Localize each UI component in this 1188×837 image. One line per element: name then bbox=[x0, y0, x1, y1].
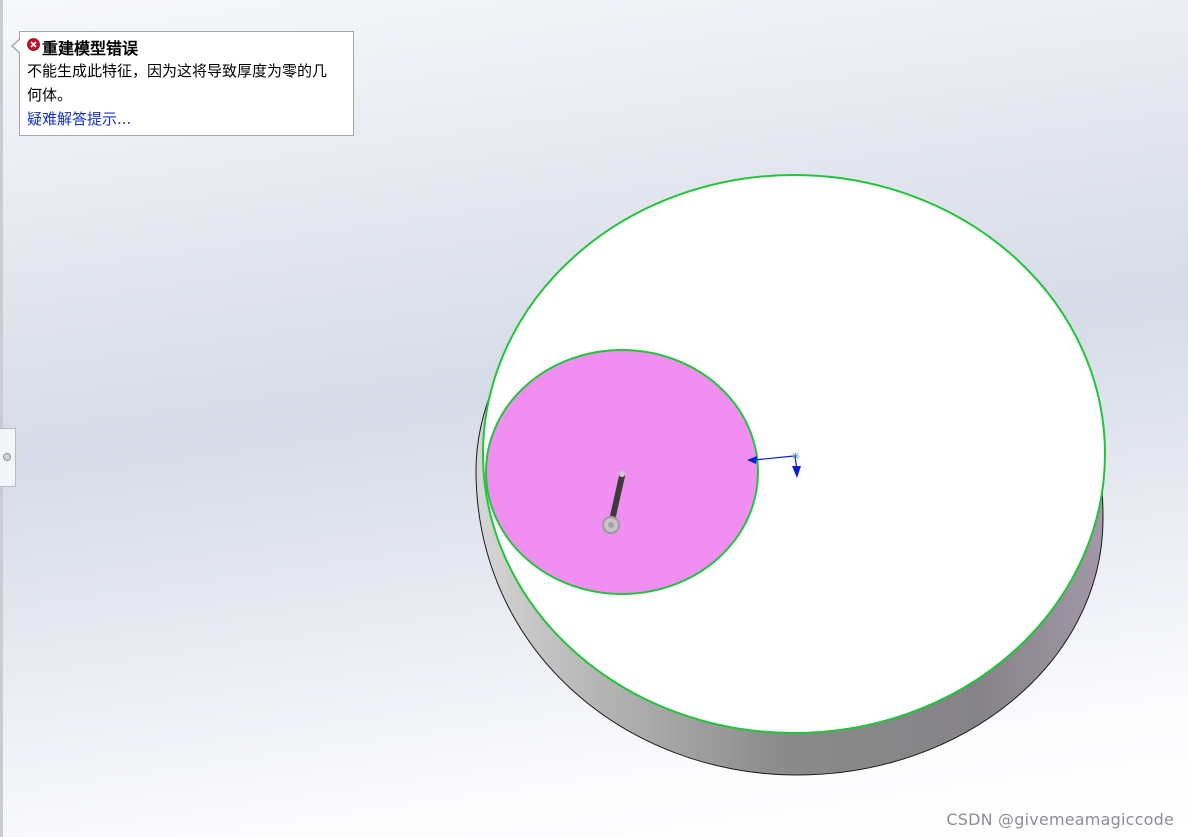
troubleshoot-link[interactable]: 疑难解答提示... bbox=[27, 109, 345, 129]
sketch-handle-start bbox=[619, 471, 625, 477]
sketch-handle-end-inner bbox=[608, 522, 614, 528]
error-icon bbox=[27, 38, 40, 51]
watermark: CSDN @givemeamagiccode bbox=[946, 810, 1174, 829]
graphics-viewport[interactable]: ✳ 重建模型错误 不能生成此特征，因为这将导致厚度为零的几何体。 疑难解答提示.… bbox=[0, 0, 1188, 837]
cut-profile[interactable] bbox=[485, 349, 759, 595]
triad-origin-icon: ✳ bbox=[791, 450, 800, 463]
tooltip-title: 重建模型错误 bbox=[42, 39, 139, 58]
tooltip-header: 重建模型错误 bbox=[27, 36, 345, 58]
tooltip-message: 不能生成此特征，因为这将导致厚度为零的几何体。 bbox=[27, 62, 328, 104]
rebuild-error-tooltip: 重建模型错误 不能生成此特征，因为这将导致厚度为零的几何体。 疑难解答提示... bbox=[11, 31, 354, 136]
